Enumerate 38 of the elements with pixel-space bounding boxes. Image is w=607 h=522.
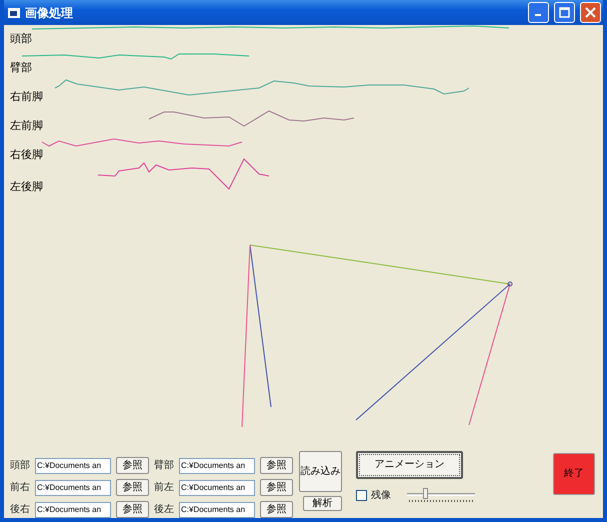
trace-label: 頭部 — [10, 32, 32, 45]
file-path-field[interactable]: C:¥Documents an — [179, 502, 255, 518]
browse-button[interactable]: 参照 — [260, 501, 293, 518]
afterimage-checkbox[interactable] — [356, 490, 367, 500]
file-label: 後右 — [10, 503, 30, 517]
file-label: 前左 — [154, 481, 174, 495]
browse-button[interactable]: 参照 — [260, 479, 293, 496]
load-button[interactable]: 読み込み — [299, 451, 342, 492]
maximize-icon — [559, 7, 570, 18]
exit-button[interactable]: 終了 — [553, 453, 595, 495]
window-title: 画像処理 — [25, 4, 74, 22]
file-path-field[interactable]: C:¥Documents an — [179, 480, 255, 496]
animation-button[interactable]: アニメーション — [356, 451, 463, 479]
file-path-field[interactable]: C:¥Documents an — [35, 480, 111, 496]
file-path-field[interactable]: C:¥Documents an — [35, 458, 111, 474]
browse-button[interactable]: 参照 — [116, 479, 149, 496]
browse-button[interactable]: 参照 — [116, 501, 149, 518]
file-path-field[interactable]: C:¥Documents an — [179, 458, 255, 474]
close-button[interactable] — [580, 2, 601, 23]
minimize-button[interactable] — [528, 2, 549, 23]
trace-label: 左前脚 — [10, 119, 43, 132]
browse-button[interactable]: 参照 — [260, 457, 293, 474]
file-label: 臂部 — [154, 458, 174, 473]
close-icon — [585, 7, 596, 18]
checkbox-label: 残像 — [371, 488, 391, 502]
maximize-button[interactable] — [554, 2, 575, 23]
afterimage-slider[interactable] — [407, 487, 475, 503]
trace-label: 右前脚 — [10, 90, 43, 103]
trace-label: 右後脚 — [10, 148, 43, 161]
file-label: 後左 — [154, 503, 174, 517]
file-label: 頭部 — [10, 458, 30, 473]
file-path-field[interactable]: C:¥Documents an — [35, 502, 111, 518]
trace-label: 左後脚 — [10, 180, 43, 193]
file-label: 前右 — [10, 481, 30, 495]
analyze-button[interactable]: 解析 — [303, 496, 342, 511]
app-icon — [8, 8, 20, 18]
browse-button[interactable]: 参照 — [116, 457, 149, 474]
trace-label: 臂部 — [10, 61, 32, 74]
